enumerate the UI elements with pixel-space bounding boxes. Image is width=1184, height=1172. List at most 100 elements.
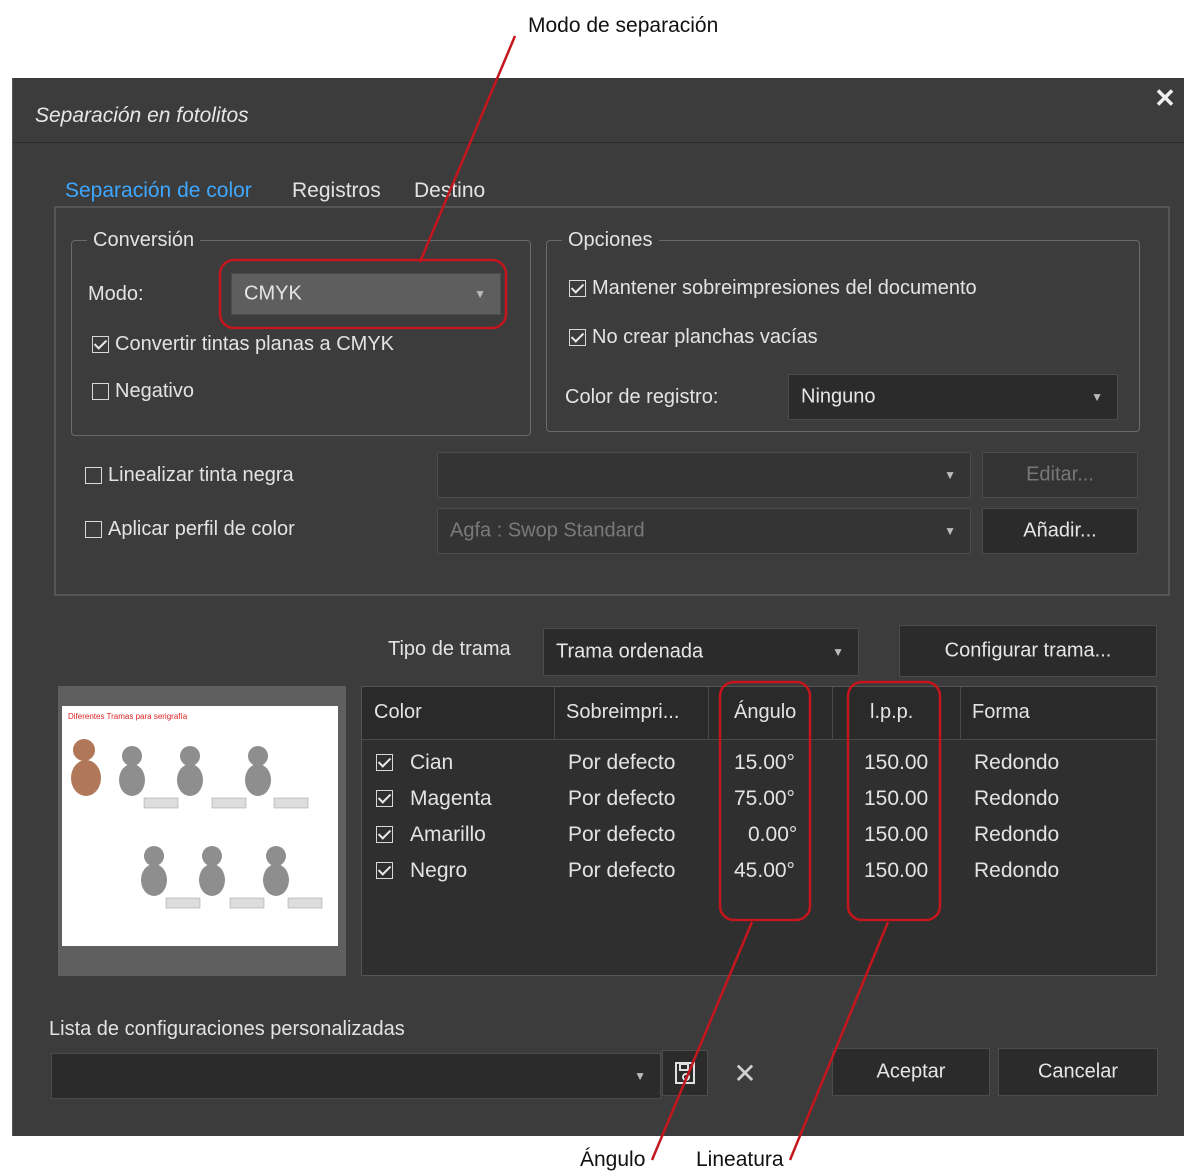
tab-destination[interactable]: Destino <box>414 179 485 203</box>
add-button[interactable]: Añadir... <box>982 508 1138 554</box>
col-lpi[interactable]: l.p.p. <box>870 701 913 724</box>
mode-label: Modo: <box>88 283 144 305</box>
options-legend: Opciones <box>562 229 659 252</box>
tab-registration[interactable]: Registros <box>292 179 381 203</box>
annotation-separation-mode: Modo de separación <box>528 14 719 37</box>
checkbox-icon <box>92 383 109 401</box>
cell-shape: Redondo <box>974 823 1060 846</box>
cell-overprint: Por defecto <box>568 859 676 882</box>
keep-overprints-checkbox[interactable]: Mantener sobreimpresiones del documento <box>569 277 977 300</box>
linearize-label: Linealizar tinta negra <box>108 464 294 487</box>
edit-button-label: Editar... <box>1026 463 1094 486</box>
col-overprint[interactable]: Sobreimpri... <box>566 701 679 724</box>
ink-table: Color Sobreimpri... Ángulo l.p.p. Forma … <box>361 686 1157 976</box>
negative-label: Negativo <box>115 380 194 403</box>
cell-color: Cian <box>410 751 454 774</box>
color-profile-value: Agfa : Swop Standard <box>450 519 645 542</box>
conversion-legend: Conversión <box>87 229 201 252</box>
configure-screen-button[interactable]: Configurar trama... <box>899 625 1157 677</box>
tab-color-separation[interactable]: Separación de color <box>65 179 252 203</box>
cell-angle: 75.00° <box>734 787 795 810</box>
checkbox-icon[interactable] <box>376 754 393 772</box>
edit-button[interactable]: Editar... <box>982 452 1138 498</box>
cancel-button-label: Cancelar <box>1037 1060 1119 1083</box>
table-row[interactable]: Cian Por defecto 15.00° 150.00 Redondo <box>362 747 1156 783</box>
checkbox-icon <box>569 280 586 298</box>
checkbox-icon <box>85 521 102 539</box>
cell-lpi: 150.00 <box>864 787 929 810</box>
column-divider <box>554 687 555 739</box>
registration-color-value: Ninguno <box>801 385 876 408</box>
chevron-down-icon: ▼ <box>944 524 956 538</box>
checkbox-icon[interactable] <box>376 826 393 844</box>
registration-color-select[interactable]: Ninguno ▼ <box>788 374 1118 420</box>
negative-checkbox[interactable]: Negativo <box>92 380 194 403</box>
color-profile-label: Aplicar perfil de color <box>108 518 295 541</box>
cell-lpi: 150.00 <box>864 859 929 882</box>
save-preset-button[interactable] <box>662 1050 708 1096</box>
column-divider <box>832 687 833 739</box>
configure-screen-label: Configurar trama... <box>944 639 1112 662</box>
annotation-lineature: Lineatura <box>696 1148 784 1171</box>
col-shape[interactable]: Forma <box>972 701 1030 724</box>
cell-lpi: 150.00 <box>864 751 929 774</box>
linearize-select[interactable]: ▼ <box>437 452 971 498</box>
cell-overprint: Por defecto <box>568 823 676 846</box>
chevron-down-icon: ▼ <box>1091 390 1103 404</box>
separation-dialog: Separación en fotolitos ✕ Separación de … <box>12 78 1184 1136</box>
screen-type-label: Tipo de trama <box>388 638 511 660</box>
dialog-title: Separación en fotolitos <box>35 104 249 127</box>
cell-shape: Redondo <box>974 787 1060 810</box>
color-profile-select[interactable]: Agfa : Swop Standard ▼ <box>437 508 971 554</box>
add-button-label: Añadir... <box>1023 519 1097 542</box>
linearize-checkbox[interactable]: Linealizar tinta negra <box>85 464 294 487</box>
cell-angle: 0.00° <box>748 823 798 846</box>
screen-type-value: Trama ordenada <box>556 640 704 663</box>
chevron-down-icon: ▼ <box>944 468 956 482</box>
convert-spot-label: Convertir tintas planas a CMYK <box>115 333 395 356</box>
cell-overprint: Por defecto <box>568 751 676 774</box>
cell-color: Negro <box>410 859 468 882</box>
cell-color: Magenta <box>410 787 492 810</box>
separation-preview: Diferentes Tramas para serigrafía <box>58 686 346 976</box>
annotation-angle: Ángulo <box>580 1148 646 1171</box>
cell-lpi: 150.00 <box>864 823 929 846</box>
close-icon[interactable]: ✕ <box>1153 85 1177 111</box>
column-divider <box>960 687 961 739</box>
save-icon <box>675 1062 695 1084</box>
col-angle[interactable]: Ángulo <box>734 701 796 724</box>
color-profile-checkbox[interactable]: Aplicar perfil de color <box>85 518 295 541</box>
chevron-down-icon: ▼ <box>634 1069 646 1083</box>
title-separator <box>13 142 1184 143</box>
table-row[interactable]: Negro Por defecto 45.00° 150.00 Redondo <box>362 855 1156 891</box>
checkbox-icon <box>85 467 102 485</box>
column-divider <box>708 687 709 739</box>
mode-select[interactable]: CMYK ▼ <box>231 273 501 315</box>
cell-shape: Redondo <box>974 751 1060 774</box>
presets-select[interactable]: ▼ <box>51 1053 661 1099</box>
cell-overprint: Por defecto <box>568 787 676 810</box>
delete-preset-icon[interactable]: ✕ <box>727 1056 763 1092</box>
registration-color-label: Color de registro: <box>565 386 719 408</box>
table-row[interactable]: Magenta Por defecto 75.00° 150.00 Redond… <box>362 783 1156 819</box>
no-empty-plates-label: No crear planchas vacías <box>592 326 818 349</box>
ok-button-label: Aceptar <box>876 1060 946 1083</box>
screen-type-select[interactable]: Trama ordenada ▼ <box>543 628 859 676</box>
convert-spot-checkbox[interactable]: Convertir tintas planas a CMYK <box>92 333 394 356</box>
no-empty-plates-checkbox[interactable]: No crear planchas vacías <box>569 326 818 349</box>
cell-shape: Redondo <box>974 859 1060 882</box>
col-color[interactable]: Color <box>374 701 422 724</box>
table-row[interactable]: Amarillo Por defecto 0.00° 150.00 Redond… <box>362 819 1156 855</box>
checkbox-icon <box>92 336 109 354</box>
checkbox-icon <box>569 329 586 347</box>
bears-thumbnail <box>71 739 323 909</box>
checkbox-icon[interactable] <box>376 790 393 808</box>
cell-angle: 15.00° <box>734 751 795 774</box>
cancel-button[interactable]: Cancelar <box>998 1048 1158 1096</box>
cell-angle: 45.00° <box>734 859 795 882</box>
keep-overprints-label: Mantener sobreimpresiones del documento <box>592 277 977 300</box>
checkbox-icon[interactable] <box>376 862 393 880</box>
ok-button[interactable]: Aceptar <box>832 1048 990 1096</box>
table-header: Color Sobreimpri... Ángulo l.p.p. Forma <box>362 687 1156 740</box>
presets-label: Lista de configuraciones personalizadas <box>49 1018 405 1040</box>
